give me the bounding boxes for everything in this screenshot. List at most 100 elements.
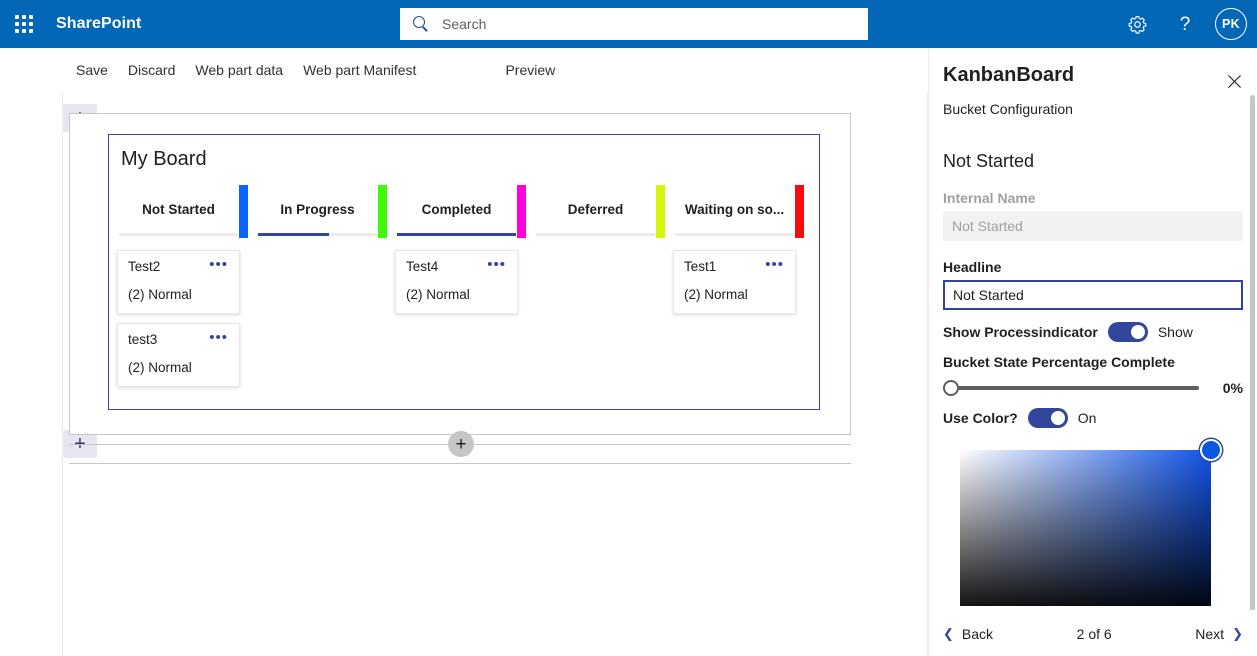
board-columns: Not Started Test2 ••• (2) Normal test3 ••• (2)… — [109, 185, 819, 397]
task-card-header: Test4 ••• — [406, 257, 507, 275]
search-input[interactable] — [440, 15, 856, 33]
property-pane-header: KanbanBoard — [929, 48, 1257, 88]
property-pane: KanbanBoard Bucket Configuration Not Sta… — [928, 48, 1257, 656]
column-header: Deferred — [567, 201, 624, 217]
show-indicator-row: Show Processindicator Show — [943, 322, 1243, 342]
task-card-priority: (2) Normal — [128, 359, 192, 375]
column-progress-track — [675, 233, 794, 236]
task-card-title: test3 — [128, 331, 158, 347]
workbench-page: SharePoint ? PK Save Discard Web part da… — [0, 0, 1257, 656]
avatar[interactable]: PK — [1215, 8, 1247, 40]
task-card[interactable]: Test4 ••• (2) Normal — [395, 250, 518, 314]
column-accent-bar — [378, 185, 387, 238]
column-accent-bar — [517, 185, 526, 238]
workbench-canvas: + My Board Not Started Test2 ••• (2) Nor… — [0, 92, 928, 656]
percent-value: 0% — [1222, 380, 1243, 396]
search-icon — [412, 15, 430, 33]
column-progress-track — [397, 233, 516, 236]
webpart-frame[interactable]: My Board Not Started Test2 ••• (2) Normal te… — [69, 113, 851, 435]
settings-button[interactable] — [1115, 2, 1159, 46]
use-color-toggle[interactable] — [1027, 408, 1068, 428]
column-header: Waiting on so... — [684, 201, 785, 217]
task-card-title: Test2 — [128, 259, 161, 274]
column-progress-track — [119, 233, 238, 236]
show-indicator-state: Show — [1157, 324, 1193, 340]
percent-slider[interactable] — [943, 380, 1199, 396]
internal-name-label: Internal Name — [943, 190, 1036, 206]
column-progress-fill — [397, 233, 516, 236]
column-header: In Progress — [280, 201, 355, 217]
headline-field[interactable] — [943, 280, 1243, 310]
percent-label: Bucket State Percentage Complete — [943, 354, 1175, 370]
property-pane-footer: ❮ Back 2 of 6 Next ❯ — [929, 610, 1257, 656]
task-card-title: Test1 — [684, 259, 717, 274]
add-section-button[interactable]: + — [448, 431, 474, 457]
property-pane-title: KanbanBoard — [943, 64, 1075, 86]
brand-link[interactable]: SharePoint — [56, 15, 141, 33]
toggle-knob — [1130, 325, 1145, 339]
section-divider-bottom — [69, 463, 851, 464]
preview-button[interactable]: Preview — [495, 52, 565, 88]
color-picker[interactable] — [960, 439, 1222, 606]
column-accent-bar — [795, 185, 804, 238]
column-card-list: Test2 ••• (2) Normal test3 ••• (2) Normal — [109, 236, 248, 387]
ellipsis-icon[interactable]: ••• — [764, 257, 785, 272]
ellipsis-icon[interactable]: ••• — [486, 257, 507, 272]
percent-slider-row: 0% — [943, 380, 1243, 396]
task-card-priority: (2) Normal — [128, 286, 192, 302]
help-button[interactable]: ? — [1163, 2, 1207, 46]
kanban-board: My Board Not Started Test2 ••• (2) Normal te… — [108, 134, 820, 410]
column-card-list: Test4 ••• (2) Normal — [387, 236, 526, 314]
task-card[interactable]: Test1 ••• (2) Normal — [673, 250, 796, 314]
task-card-header: Test2 ••• — [128, 257, 229, 275]
board-column: Not Started Test2 ••• (2) Normal test3 ••• (2)… — [109, 185, 248, 397]
column-progress-fill — [258, 233, 330, 236]
suite-header: SharePoint ? PK — [0, 0, 1257, 48]
task-card[interactable]: test3 ••• (2) Normal — [117, 322, 240, 387]
toggle-knob — [1050, 411, 1065, 425]
board-title: My Board — [121, 148, 207, 170]
column-header: Not Started — [142, 201, 215, 217]
next-label: Next — [1195, 625, 1225, 642]
discard-button[interactable]: Discard — [118, 52, 185, 88]
task-card-priority: (2) Normal — [406, 286, 470, 302]
slider-thumb[interactable] — [943, 380, 959, 396]
show-indicator-label: Show Processindicator — [943, 324, 1098, 340]
use-color-label: Use Color? — [943, 410, 1018, 426]
column-accent-bar — [239, 185, 248, 238]
chevron-right-icon: ❯ — [1232, 625, 1243, 641]
use-color-row: Use Color? On — [943, 408, 1243, 428]
task-card-title: Test4 — [406, 259, 439, 274]
task-card-header: test3 ••• — [128, 330, 229, 348]
property-pane-scrollbar[interactable] — [1250, 95, 1255, 610]
search-box[interactable] — [400, 8, 868, 40]
board-column: Completed Test4 ••• (2) Normal — [387, 185, 526, 397]
app-launcher-icon — [15, 15, 33, 33]
board-column: Waiting on so... Test1 ••• (2) Normal — [665, 185, 804, 397]
app-launcher-button[interactable] — [0, 0, 48, 48]
task-card[interactable]: Test2 ••• (2) Normal — [117, 250, 240, 314]
column-accent-bar — [656, 185, 665, 238]
next-button[interactable]: Next ❯ — [1195, 626, 1243, 642]
column-progress-track — [258, 233, 377, 236]
column-progress-track — [536, 233, 655, 236]
use-color-state: On — [1077, 410, 1097, 426]
pane-subtitle: Bucket Configuration — [943, 101, 1073, 117]
property-pane-body: Bucket Configuration Not Started Interna… — [929, 87, 1257, 610]
ellipsis-icon[interactable]: ••• — [208, 330, 229, 345]
headline-label: Headline — [943, 259, 1002, 275]
color-picker-handle[interactable] — [1200, 439, 1222, 461]
column-card-list — [248, 236, 387, 250]
web-part-data-button[interactable]: Web part data — [185, 52, 293, 88]
gear-icon — [1128, 15, 1146, 34]
task-card-priority: (2) Normal — [684, 286, 748, 302]
ellipsis-icon[interactable]: ••• — [208, 257, 229, 272]
suite-actions: ? PK — [1115, 0, 1247, 48]
column-header: Completed — [421, 201, 492, 217]
web-part-manifest-button[interactable]: Web part Manifest — [293, 52, 426, 88]
back-button[interactable]: ❮ Back — [943, 626, 993, 642]
save-button[interactable]: Save — [66, 52, 118, 88]
internal-name-field — [943, 211, 1243, 241]
show-indicator-toggle[interactable] — [1107, 322, 1148, 342]
back-label: Back — [961, 625, 994, 642]
